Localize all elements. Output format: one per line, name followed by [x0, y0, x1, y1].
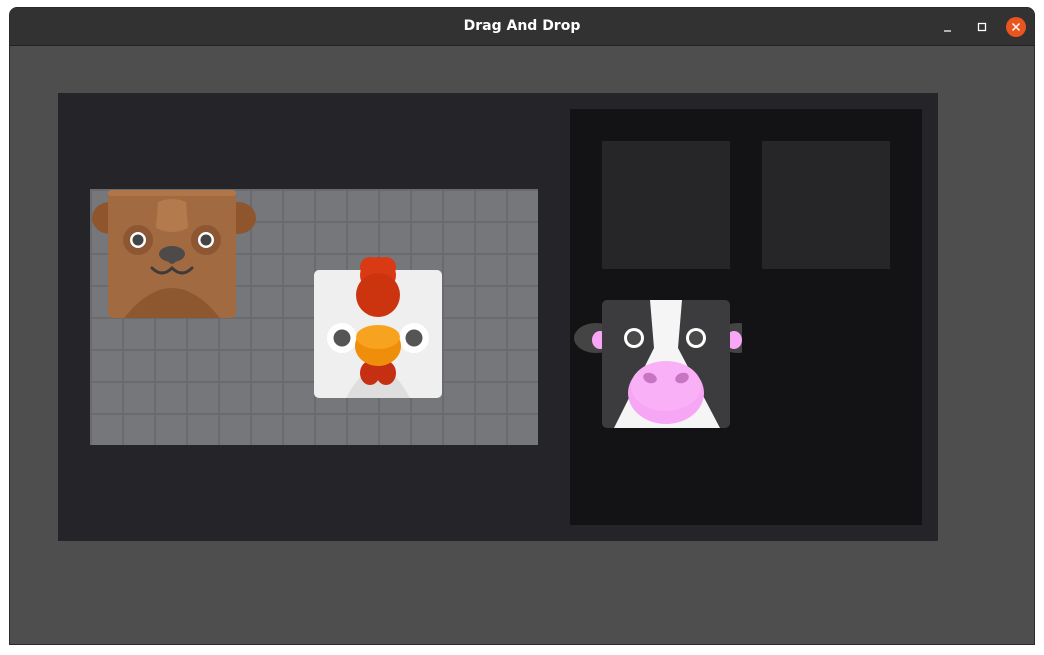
cow-icon: [574, 300, 742, 428]
close-button[interactable]: [1006, 17, 1026, 37]
maximize-button[interactable]: [972, 17, 992, 37]
drop-slot[interactable]: [762, 141, 890, 269]
window-title: Drag And Drop: [463, 18, 581, 34]
drop-slot[interactable]: [602, 141, 730, 269]
close-icon: [1011, 22, 1021, 32]
app-window: Drag And Drop: [10, 8, 1034, 644]
minimize-icon: [944, 30, 951, 32]
minimize-button[interactable]: [938, 17, 958, 37]
draggable-chicken[interactable]: [314, 253, 482, 403]
title-bar[interactable]: Drag And Drop: [10, 8, 1034, 46]
bear-icon: [92, 190, 256, 318]
draggable-cow[interactable]: [574, 300, 742, 450]
maximize-icon: [977, 22, 987, 32]
draggable-bear[interactable]: [90, 188, 258, 338]
chicken-icon: [314, 257, 442, 398]
